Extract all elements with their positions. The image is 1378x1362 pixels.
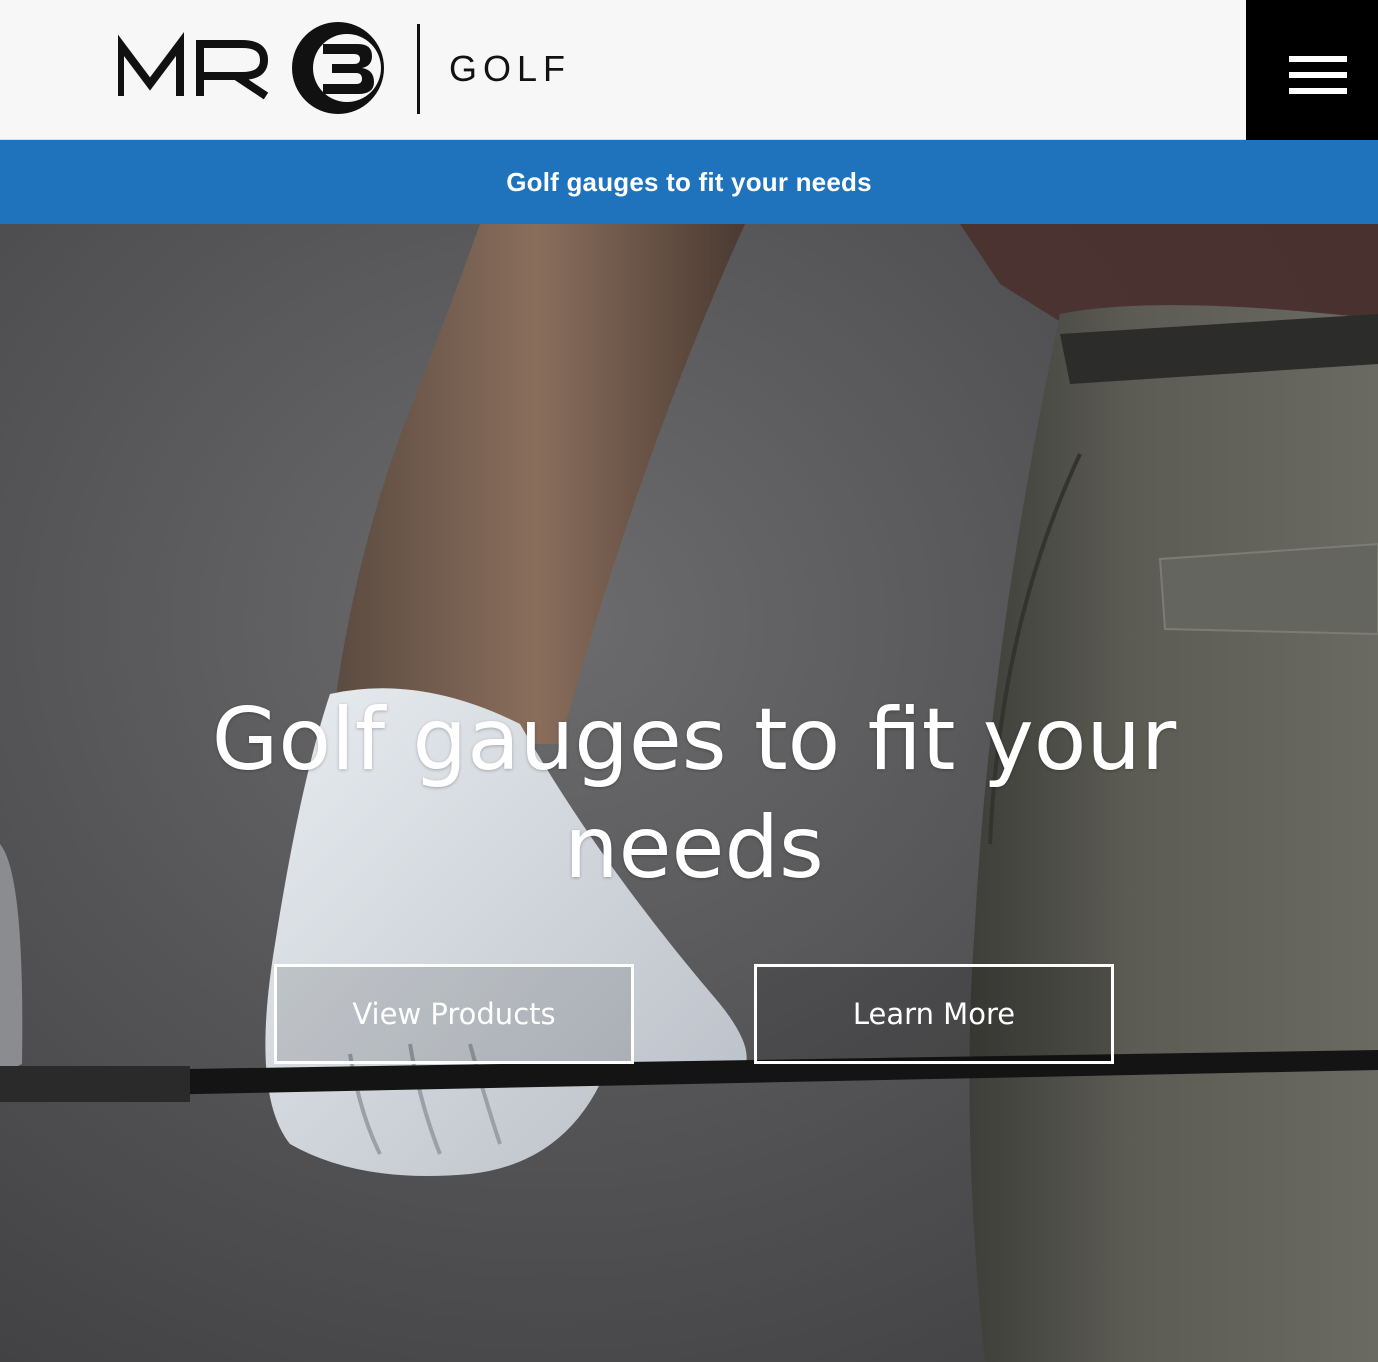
- view-products-button[interactable]: View Products: [274, 964, 634, 1064]
- announcement-text: Golf gauges to fit your needs: [506, 166, 872, 197]
- mr3-golf-logo: GOLF: [118, 22, 571, 114]
- site-header: GOLF: [0, 0, 1378, 140]
- menu-button[interactable]: [1246, 0, 1378, 140]
- golf-wordmark: GOLF: [449, 48, 571, 89]
- hero-title: Golf gauges to fit your needs: [211, 690, 1177, 898]
- hero-section: Golf gauges to fit your needs View Produ…: [0, 224, 1378, 1362]
- learn-more-button[interactable]: Learn More: [754, 964, 1114, 1064]
- site-logo[interactable]: GOLF: [118, 22, 578, 118]
- hamburger-menu-icon: [1289, 56, 1347, 94]
- announcement-bar: Golf gauges to fit your needs: [0, 140, 1378, 224]
